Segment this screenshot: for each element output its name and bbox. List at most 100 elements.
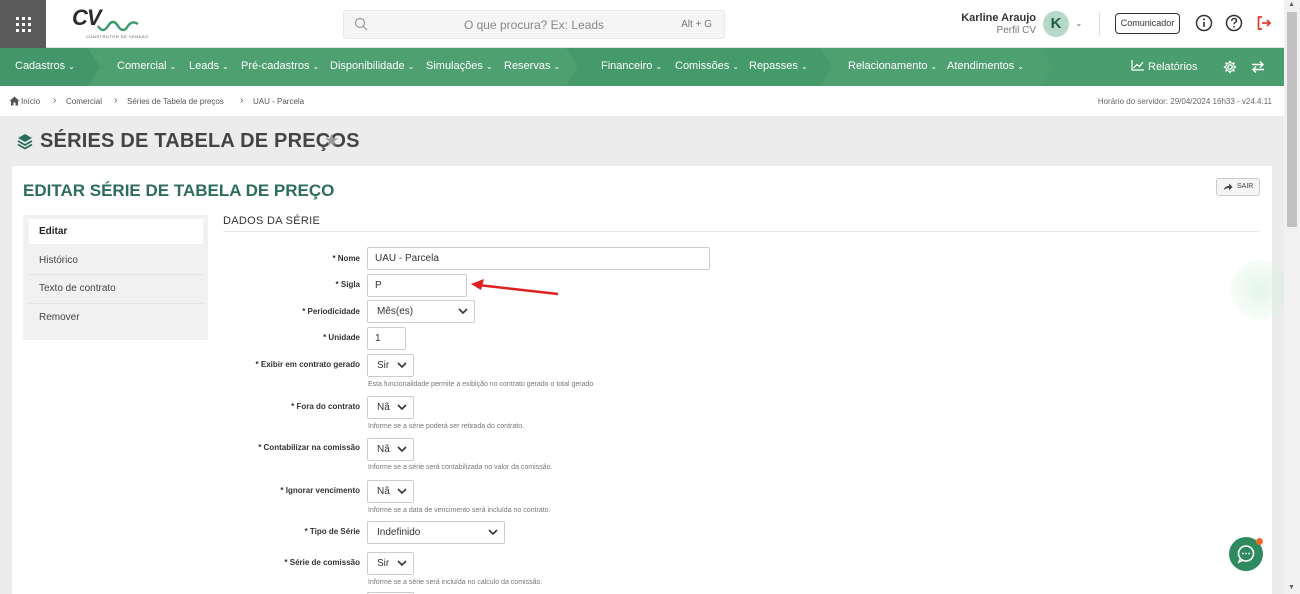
exibir-help: Esta funcionalidade permite a exibição n… xyxy=(368,381,594,388)
nav-simulacoes[interactable]: Simulações ⌄ xyxy=(426,60,493,72)
side-item-historico[interactable]: Histórico xyxy=(29,248,203,273)
nav-relacionamento[interactable]: Relacionamento ⌄ xyxy=(848,60,937,72)
serie-comissao-select[interactable]: Sir xyxy=(367,552,414,575)
grid-icon xyxy=(15,16,31,32)
nav-atendimentos[interactable]: Atendimentos ⌄ xyxy=(947,60,1024,72)
nav-financeiro[interactable]: Financeiro ⌄ xyxy=(601,60,662,72)
chevron-down-icon: ⌄ xyxy=(221,62,229,71)
user-name: Karline Araujo xyxy=(961,12,1036,24)
nome-field[interactable]: UAU - Parcela xyxy=(367,247,710,270)
tipo-label: * Tipo de Série xyxy=(304,527,360,536)
nav-comercial[interactable]: Comercial ⌄ xyxy=(117,60,176,72)
cube-icon xyxy=(17,134,33,150)
info-icon[interactable] xyxy=(1195,14,1213,32)
chevron-down-icon: ⌄ xyxy=(485,62,493,71)
periodicidade-select[interactable]: Mês(es) xyxy=(367,300,475,323)
search-placeholder: O que procura? Ex: Leads xyxy=(463,18,605,32)
chevron-down-icon: ⌄ xyxy=(553,62,561,71)
tipo-select[interactable]: Indefinido xyxy=(367,521,505,544)
logout-icon[interactable] xyxy=(1255,14,1273,32)
exibir-select[interactable]: Sir xyxy=(367,354,414,377)
help-icon[interactable] xyxy=(1225,14,1243,32)
scrollbar[interactable]: ▲ ▼ xyxy=(1284,0,1300,594)
divider xyxy=(29,303,203,304)
nav-pre-cadastros[interactable]: Pré-cadastros ⌄ xyxy=(241,60,319,72)
chevron-down-icon xyxy=(397,488,407,495)
chevron-down-icon: ⌄ xyxy=(930,62,938,71)
breadcrumb-inicio[interactable]: Início xyxy=(21,97,40,106)
communicator-button[interactable]: Comunicador xyxy=(1115,13,1180,34)
side-item-editar[interactable]: Editar xyxy=(29,219,203,244)
exibir-label: * Exibir em contrato gerado xyxy=(255,360,360,369)
side-item-remover[interactable]: Remover xyxy=(29,305,203,330)
chevron-down-icon xyxy=(397,560,407,567)
divider xyxy=(29,274,203,275)
divider xyxy=(1099,12,1100,36)
avatar[interactable]: K xyxy=(1043,11,1069,37)
annotation-arrow-icon xyxy=(471,279,559,296)
chevron-right-icon: › xyxy=(53,95,57,106)
ignorar-select[interactable]: Nã xyxy=(367,480,414,503)
chevron-down-icon[interactable]: ⌄ xyxy=(1075,18,1083,29)
star-icon[interactable]: ★ xyxy=(324,131,339,151)
chart-line-icon xyxy=(1131,60,1144,71)
sigla-label: * Sigla xyxy=(335,280,360,289)
breadcrumb: Início › Comercial › Séries de Tabela de… xyxy=(0,86,1284,116)
scroll-thumb[interactable] xyxy=(1287,12,1297,227)
exit-button[interactable]: SAIR xyxy=(1216,178,1260,196)
chevron-right-icon: › xyxy=(114,95,118,106)
search-shortcut: Alt + G xyxy=(681,19,712,30)
chevron-down-icon: ⌄ xyxy=(312,62,320,71)
decorative-glow xyxy=(1230,260,1290,320)
page-title: SÉRIES DE TABELA DE PREÇOS xyxy=(40,130,360,152)
contabilizar-select[interactable]: Nã xyxy=(367,438,414,461)
server-time: Horário do servidor: 29/04/2024 16h33 - … xyxy=(1097,97,1272,106)
gear-icon[interactable] xyxy=(1223,60,1237,74)
nav-repasses[interactable]: Repasses ⌄ xyxy=(749,60,808,72)
chevron-down-icon xyxy=(397,362,407,369)
search-input[interactable]: O que procura? Ex: Leads Alt + G xyxy=(343,10,725,39)
fora-help: Informe se a série poderá ser retirada d… xyxy=(368,423,525,430)
nav-disponibilidade[interactable]: Disponibilidade ⌄ xyxy=(330,60,414,72)
breadcrumb-comercial[interactable]: Comercial xyxy=(66,97,102,106)
serie-comissao-label: * Série de comissão xyxy=(284,558,360,567)
logo-subtitle: CONSTRUTOR DE VENDAS xyxy=(86,34,149,39)
home-icon[interactable] xyxy=(9,96,20,106)
chevron-down-icon: ⌄ xyxy=(732,62,740,71)
nav-reservas[interactable]: Reservas ⌄ xyxy=(504,60,560,72)
unidade-field[interactable]: 1 xyxy=(367,327,406,350)
nav-comissoes[interactable]: Comissões ⌄ xyxy=(675,60,739,72)
chevron-down-icon xyxy=(397,446,407,453)
chevron-down-icon: ⌄ xyxy=(800,62,808,71)
nav-leads[interactable]: Leads ⌄ xyxy=(189,60,229,72)
contabilizar-help: Informe se a série será contabilizada no… xyxy=(368,464,553,471)
share-arrow-icon xyxy=(1223,183,1233,191)
user-info[interactable]: Karline Araujo Perfil CV xyxy=(961,12,1036,36)
chevron-down-icon: ⌄ xyxy=(655,62,663,71)
breadcrumb-series[interactable]: Séries de Tabela de preços xyxy=(127,97,224,106)
top-bar: CV CONSTRUTOR DE VENDAS O que procura? E… xyxy=(0,0,1284,48)
apps-menu-button[interactable] xyxy=(0,0,46,48)
ignorar-help: Informe se a data de vencimento será inc… xyxy=(368,507,551,514)
ignorar-label: * Ignorar vencimento xyxy=(280,486,360,495)
user-role: Perfil CV xyxy=(996,25,1036,36)
nav-relatorios[interactable]: Relatórios xyxy=(1131,60,1198,73)
breadcrumb-current: UAU - Parcela xyxy=(253,97,305,106)
chevron-down-icon: ⌄ xyxy=(169,62,177,71)
nav-cadastros[interactable]: Cadastros ⌄ xyxy=(15,60,75,72)
side-item-texto-contrato[interactable]: Texto de contrato xyxy=(29,276,203,301)
scroll-down-icon[interactable]: ▼ xyxy=(1288,584,1295,591)
scroll-up-icon[interactable]: ▲ xyxy=(1288,1,1295,8)
chevron-down-icon: ⌄ xyxy=(68,62,75,71)
chevron-down-icon xyxy=(458,308,468,315)
fora-label: * Fora do contrato xyxy=(291,402,360,411)
section-title: DADOS DA SÉRIE xyxy=(223,215,321,227)
card-title: EDITAR SÉRIE DE TABELA DE PREÇO xyxy=(23,181,335,200)
fora-select[interactable]: Nã xyxy=(367,396,414,419)
contabilizar-label: * Contabilizar na comissão xyxy=(258,443,360,452)
chevron-down-icon xyxy=(488,529,498,536)
swap-icon[interactable] xyxy=(1251,60,1265,74)
divider xyxy=(223,231,1259,232)
sigla-field[interactable]: P xyxy=(367,274,467,297)
chevron-down-icon: ⌄ xyxy=(407,62,415,71)
